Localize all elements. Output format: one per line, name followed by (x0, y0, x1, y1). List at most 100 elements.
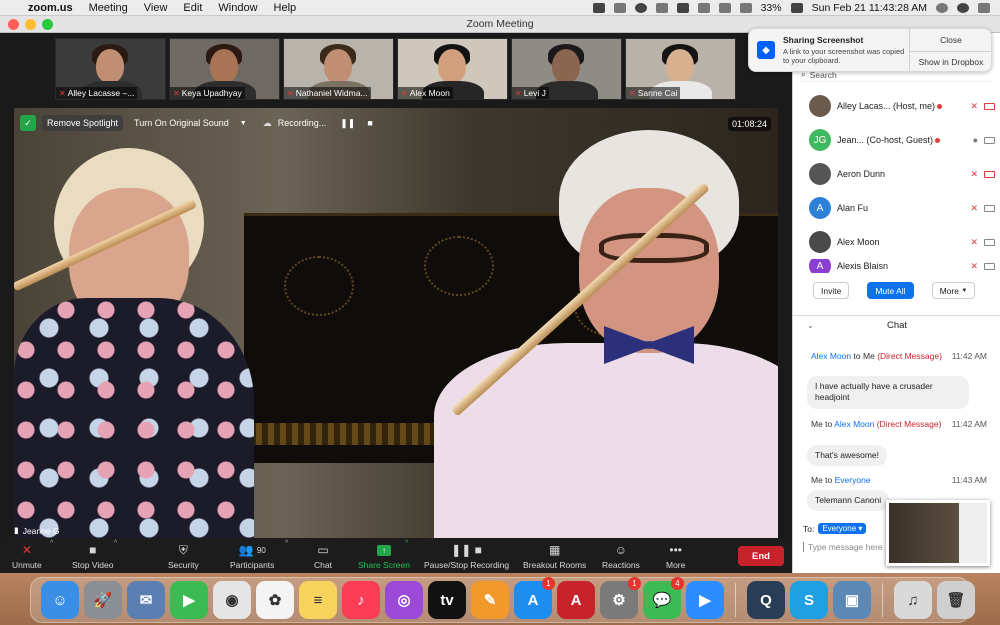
maximize-window-button[interactable] (42, 19, 53, 30)
clock[interactable]: Sun Feb 21 11:43:28 AM (812, 2, 927, 14)
menu-meeting[interactable]: Meeting (89, 2, 128, 14)
mute-all-button[interactable]: Mute All (867, 282, 914, 299)
original-sound-button[interactable]: Turn On Original Sound (129, 115, 234, 131)
siri-icon[interactable] (957, 2, 969, 13)
chrome-icon[interactable]: ◉ (213, 581, 251, 619)
participant-row[interactable]: JG Jean... (Co-host, Guest) ● (809, 128, 995, 152)
recipient-select[interactable]: Everyone ▾ (818, 523, 867, 534)
participant-thumbnail[interactable]: ✕ Alex Moon (397, 38, 508, 100)
more-participants-button[interactable]: More ▼ (931, 282, 976, 299)
battery-percent[interactable]: 33% (761, 2, 782, 14)
battery-icon[interactable] (790, 2, 803, 13)
share-screen-button[interactable]: ↑ Share Screen (358, 542, 410, 570)
muted-mic-icon[interactable]: ✕ (970, 237, 978, 248)
menu-view[interactable]: View (144, 2, 168, 14)
menu-window[interactable]: Window (218, 2, 257, 14)
show-in-dropbox-button[interactable]: Show in Dropbox (909, 57, 991, 67)
music-folder-icon[interactable]: ♫ (894, 581, 932, 619)
record-status-icon[interactable] (634, 2, 647, 13)
participant-row[interactable]: Alex Moon ✕ (809, 230, 995, 254)
muted-mic-icon[interactable]: ✕ (970, 203, 978, 214)
minimize-window-button[interactable] (25, 19, 36, 30)
camera-icon[interactable] (984, 238, 995, 246)
end-meeting-button[interactable]: End (738, 546, 784, 566)
video-options-caret[interactable]: ^ (114, 540, 117, 547)
stop-video-button[interactable]: ■ Stop Video (72, 542, 113, 570)
muted-mic-icon[interactable]: ✕ (970, 101, 978, 112)
bluetooth-icon[interactable] (697, 2, 710, 13)
participant-name: Alex Moon (837, 237, 880, 247)
breakout-rooms-button[interactable]: ▦ Breakout Rooms (523, 542, 586, 570)
volume-icon[interactable] (739, 2, 752, 13)
close-window-button[interactable] (8, 19, 19, 30)
security-button[interactable]: ⛨ Security (168, 542, 199, 571)
podcasts-icon[interactable]: ◎ (385, 581, 423, 619)
participant-row[interactable]: Alley Lacas... (Host, me) ✕ (809, 94, 995, 118)
screenshot-thumbnail[interactable] (886, 500, 990, 566)
zoom-status-icon[interactable] (592, 2, 605, 13)
reactions-button[interactable]: ☺ Reactions (602, 542, 640, 570)
launchpad-icon[interactable]: 🚀 (84, 581, 122, 619)
finder-icon[interactable]: ☺ (41, 581, 79, 619)
appstore-icon[interactable]: A1 (514, 577, 555, 619)
quicktime-icon[interactable]: Q (747, 581, 785, 619)
stop-recording-icon[interactable]: ■ (367, 118, 372, 128)
camera-off-icon[interactable] (984, 102, 995, 110)
wifi-icon[interactable] (718, 2, 731, 13)
participant-row[interactable]: A Alan Fu ✕ (809, 196, 995, 220)
facetime-icon[interactable]: ▶ (170, 581, 208, 619)
pause-recording-icon[interactable]: ❚❚ (340, 118, 355, 129)
remove-spotlight-button[interactable]: Remove Spotlight (42, 115, 124, 131)
participant-thumbnail[interactable]: ✕ Sanne Cai (625, 38, 736, 100)
flag-icon[interactable] (676, 2, 689, 13)
zoom-icon[interactable]: ▶ (686, 581, 724, 619)
participant-row[interactable]: Aeron Dunn ✕ (809, 162, 995, 186)
participant-thumbnail[interactable]: ✕ Alley Lacasse –... (55, 38, 166, 100)
trash-icon[interactable]: 🗑 (937, 581, 975, 619)
participant-row[interactable]: A Alexis Blaisn ✕ (809, 259, 995, 273)
muted-mic-icon[interactable]: ✕ (970, 169, 978, 180)
skype-icon[interactable]: S (790, 581, 828, 619)
camera-icon[interactable] (984, 204, 995, 212)
camera-off-icon[interactable] (984, 170, 995, 178)
control-center-icon[interactable] (978, 2, 990, 13)
menu-help[interactable]: Help (274, 2, 297, 14)
invite-button[interactable]: Invite (813, 282, 850, 299)
dropbox-status-icon[interactable] (613, 2, 626, 13)
pause-stop-recording-button[interactable]: ❚❚ ■ Pause/Stop Recording (424, 542, 509, 570)
acrobat-icon[interactable]: A (557, 581, 595, 619)
tv-icon[interactable]: tv (428, 581, 466, 619)
menu-edit[interactable]: Edit (183, 2, 202, 14)
notes-icon[interactable]: ≡ (299, 581, 337, 619)
collapse-chat-icon[interactable]: ⌄ (807, 321, 814, 330)
participant-thumbnail[interactable]: ✕ Nathaniel Widma... (283, 38, 394, 100)
encryption-shield-icon[interactable]: ✓ (20, 115, 36, 131)
airplay-icon[interactable] (655, 2, 668, 13)
image-capture-icon[interactable]: ▣ (833, 581, 871, 619)
participant-thumbnail[interactable]: ✕ Levi J (511, 38, 622, 100)
camera-icon[interactable] (984, 262, 995, 270)
messages-icon[interactable]: 💬 4 (643, 577, 684, 619)
app-menu[interactable]: zoom.us (28, 2, 73, 14)
more-button[interactable]: ••• More (666, 542, 685, 570)
photos-icon[interactable]: ✿ (256, 581, 294, 619)
chevron-down-icon[interactable]: ▼ (240, 120, 247, 127)
audio-options-caret[interactable]: ^ (50, 540, 53, 547)
unmute-button[interactable]: ✕ Unmute (12, 542, 42, 570)
pages-icon[interactable]: ✎ (471, 581, 509, 619)
music-icon[interactable]: ♪ (342, 581, 380, 619)
muted-mic-icon[interactable]: ✕ (970, 261, 978, 272)
gallery-strip: ✕ Alley Lacasse –... ✕ Keya Upadhyay ✕ Nath… (55, 38, 736, 100)
microphone-icon[interactable]: ● (973, 135, 978, 145)
participant-thumbnail[interactable]: ✕ Keya Upadhyay (169, 38, 280, 100)
spotlight-search-icon[interactable] (936, 2, 948, 13)
share-options-caret[interactable]: ^ (405, 540, 408, 547)
participants-options-caret[interactable]: ^ (285, 540, 288, 547)
notification-close-button[interactable]: Close (909, 35, 991, 45)
spotlight-video[interactable] (14, 108, 778, 538)
participants-button[interactable]: 👥 90 Participants (230, 542, 274, 570)
system-preferences-icon[interactable]: ⚙ 1 (600, 577, 641, 619)
camera-icon[interactable] (984, 136, 995, 144)
preview-icon[interactable]: ✉ (127, 581, 165, 619)
chat-button[interactable]: ▭ Chat (314, 542, 332, 570)
